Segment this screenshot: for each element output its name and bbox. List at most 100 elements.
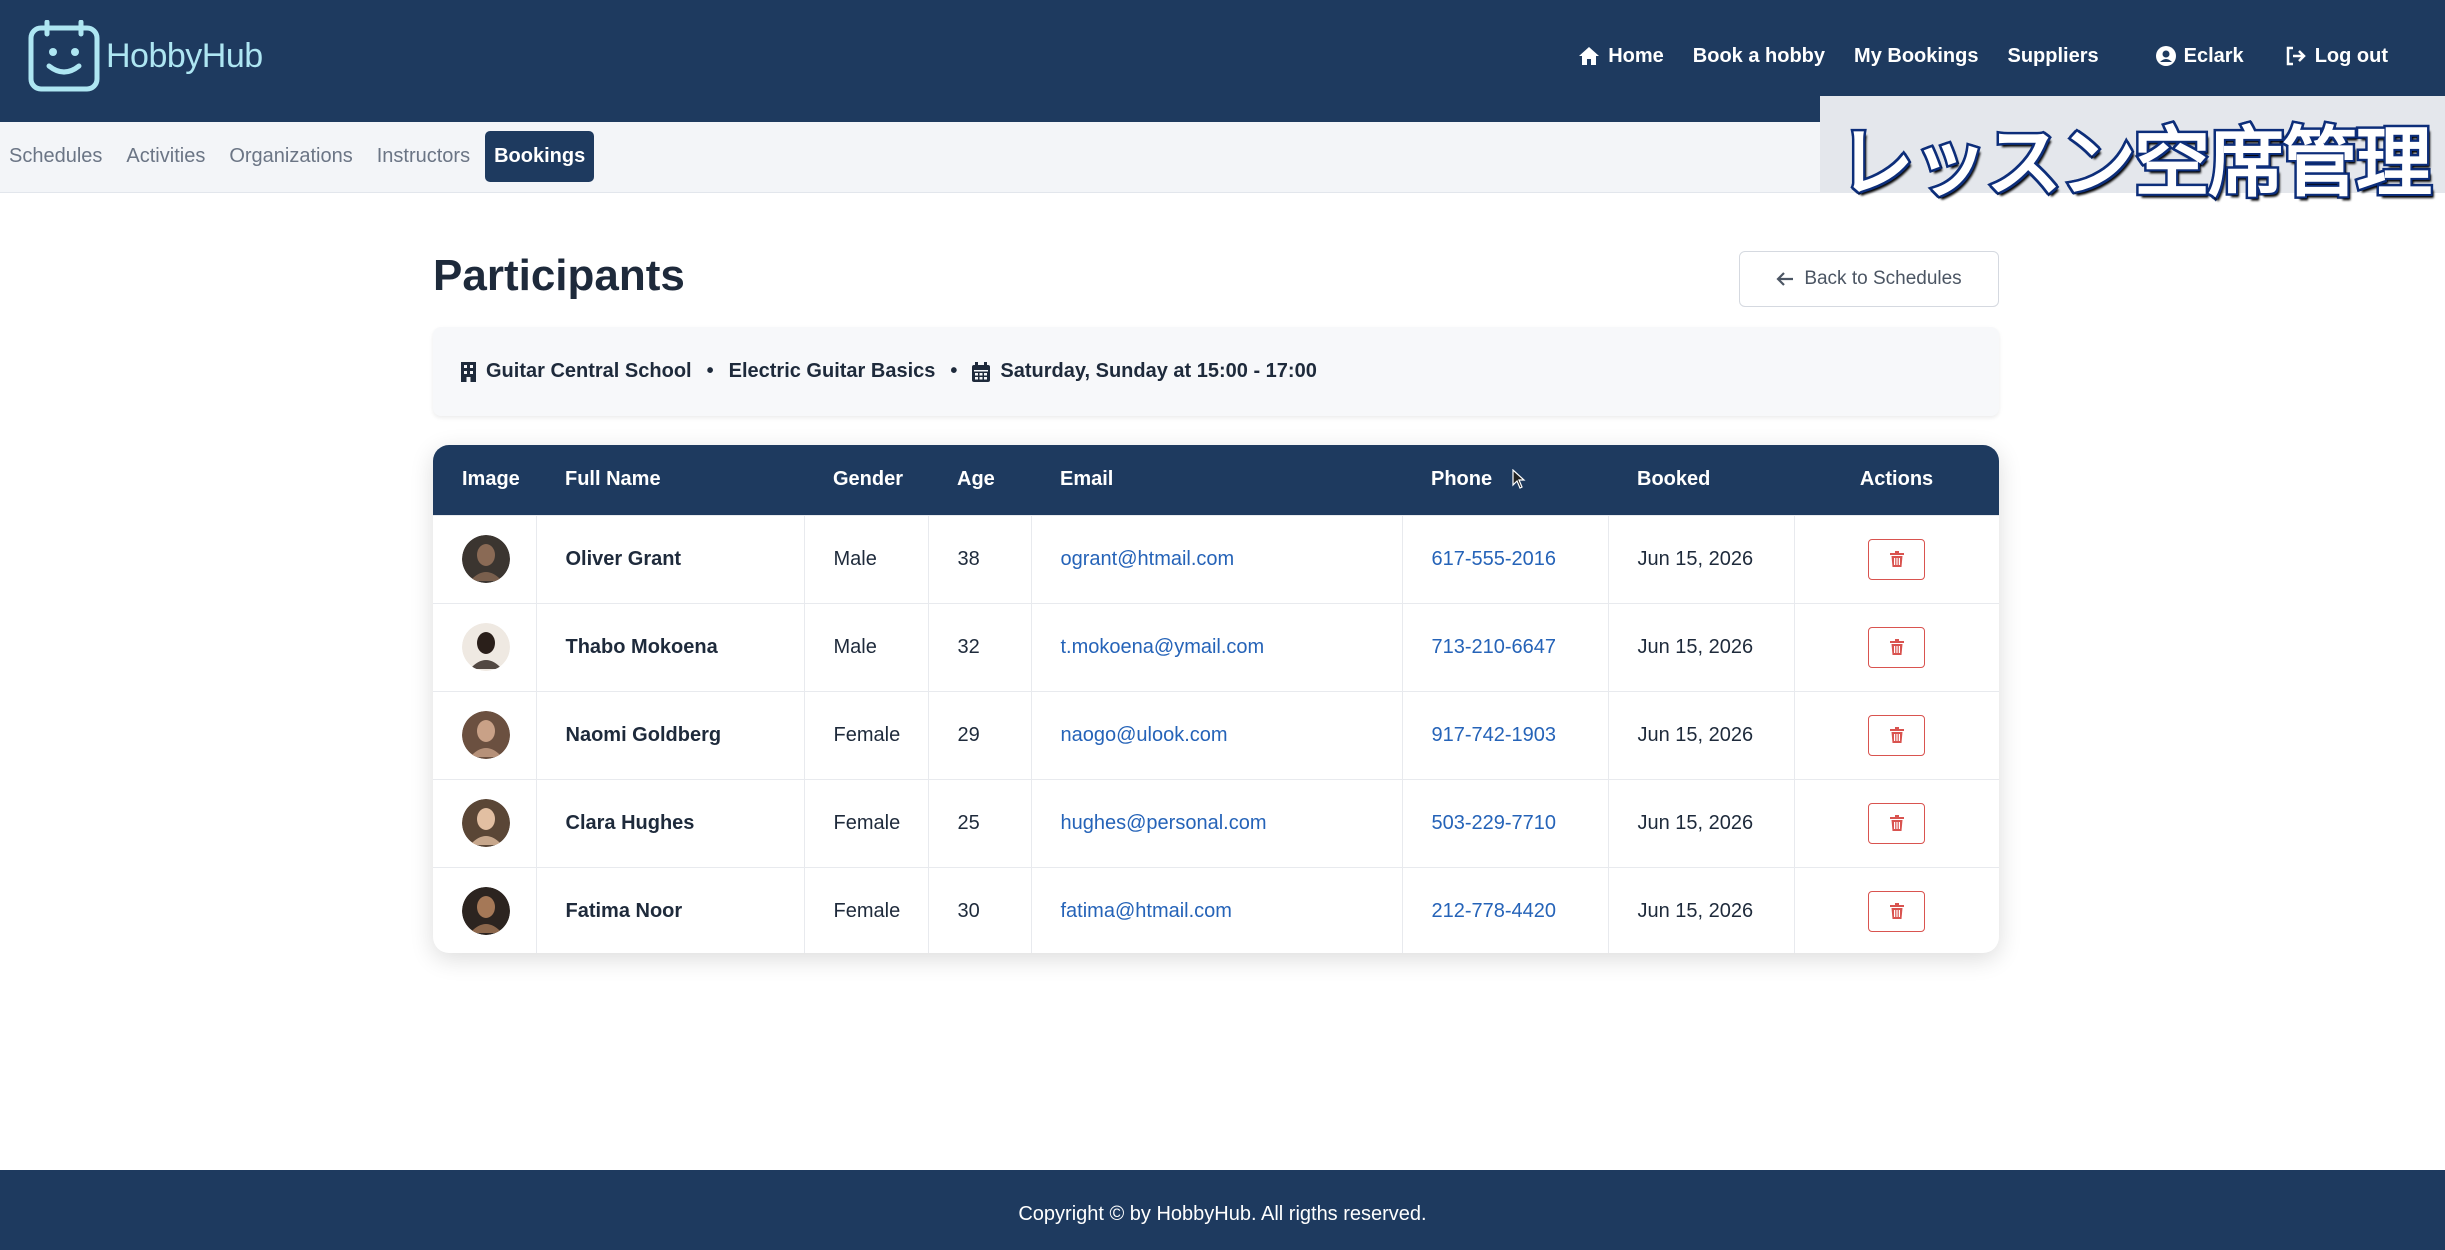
user-circle-icon xyxy=(2155,46,2176,66)
avatar xyxy=(462,887,510,936)
participant-email-link[interactable]: t.mokoena@ymail.com xyxy=(1031,603,1403,691)
table-header-row: Image Full Name Gender Age Email Phone B… xyxy=(433,445,1999,515)
actions-cell xyxy=(1794,515,1999,603)
info-separator: • xyxy=(950,360,958,382)
column-header-email[interactable]: Email xyxy=(1031,445,1402,515)
nav-my-bookings-label: My Bookings xyxy=(1854,44,1979,67)
back-button-label: Back to Schedules xyxy=(1804,268,1962,289)
avatar-cell xyxy=(433,603,537,691)
participant-age: 29 xyxy=(928,691,1032,779)
page-title: Participants xyxy=(433,251,685,300)
participants-table: Image Full Name Gender Age Email Phone B… xyxy=(433,445,1999,953)
organization-name: Guitar Central School xyxy=(486,360,692,382)
brand-name: HobbyHub xyxy=(106,36,263,75)
participant-email-link[interactable]: fatima@htmail.com xyxy=(1031,867,1403,953)
participant-email-link[interactable]: ogrant@htmail.com xyxy=(1031,515,1403,603)
schedule-time: Saturday, Sunday at 15:00 - 17:00 xyxy=(1000,360,1317,382)
subnav-tabs: Schedules Activities Organizations Instr… xyxy=(0,131,600,182)
participant-phone-link[interactable]: 713-210-6647 xyxy=(1402,603,1609,691)
nav-my-bookings[interactable]: My Bookings xyxy=(1854,45,1978,68)
delete-booking-button[interactable] xyxy=(1868,802,1926,844)
participant-gender: Female xyxy=(804,691,929,779)
delete-booking-button[interactable] xyxy=(1868,626,1926,668)
column-header-age[interactable]: Age xyxy=(928,445,1031,515)
home-icon xyxy=(1579,47,1600,65)
tab-organizations[interactable]: Organizations xyxy=(220,131,361,182)
table-row: Fatima Noor Female 30 fatima@htmail.com … xyxy=(433,867,1999,953)
info-separator: • xyxy=(706,360,714,382)
participant-name: Clara Hughes xyxy=(536,779,805,867)
delete-booking-button[interactable] xyxy=(1868,538,1926,580)
trash-icon xyxy=(1889,903,1904,920)
arrow-left-icon xyxy=(1776,272,1794,286)
tab-schedules[interactable]: Schedules xyxy=(0,131,111,182)
nav-book-label: Book a hobby xyxy=(1692,44,1826,67)
avatar-cell xyxy=(433,691,537,779)
tab-activities[interactable]: Activities xyxy=(117,131,214,182)
avatar-cell xyxy=(433,515,537,603)
participant-phone-link[interactable]: 212-778-4420 xyxy=(1402,867,1609,953)
table-row: Oliver Grant Male 38 ogrant@htmail.com 6… xyxy=(433,515,1999,603)
tab-bookings[interactable]: Bookings xyxy=(485,131,595,182)
brand-logo[interactable]: HobbyHub xyxy=(28,20,263,92)
session-info-bar: Guitar Central School • Electric Guitar … xyxy=(433,327,1999,416)
delete-booking-button[interactable] xyxy=(1868,714,1926,756)
trash-icon xyxy=(1889,551,1904,567)
column-header-full-name[interactable]: Full Name xyxy=(536,445,804,515)
column-header-booked[interactable]: Booked xyxy=(1608,445,1794,515)
actions-cell xyxy=(1794,867,1999,953)
logout-icon xyxy=(2286,46,2306,66)
participant-age: 25 xyxy=(928,779,1032,867)
participant-phone-link[interactable]: 917-742-1903 xyxy=(1402,691,1609,779)
tab-instructors[interactable]: Instructors xyxy=(368,131,479,182)
column-header-actions: Actions xyxy=(1859,468,1934,491)
participant-booked-date: Jun 15, 2026 xyxy=(1608,603,1795,691)
participant-booked-date: Jun 15, 2026 xyxy=(1608,515,1795,603)
overlay-caption: レッスン空席管理 xyxy=(1836,116,2435,210)
nav-suppliers-label: Suppliers xyxy=(2007,44,2099,67)
participant-phone-link[interactable]: 617-555-2016 xyxy=(1402,515,1609,603)
participant-gender: Male xyxy=(804,515,929,603)
back-to-schedules-button[interactable]: Back to Schedules xyxy=(1739,251,1999,307)
participant-age: 30 xyxy=(928,867,1032,953)
participant-gender: Male xyxy=(804,603,929,691)
participant-email-link[interactable]: hughes@personal.com xyxy=(1031,779,1403,867)
avatar xyxy=(462,623,510,671)
participant-phone-link[interactable]: 503-229-7710 xyxy=(1402,779,1609,867)
nav-user-label: Eclark xyxy=(2183,44,2244,67)
column-header-gender[interactable]: Gender xyxy=(804,445,928,515)
building-icon xyxy=(461,361,476,382)
nav-home-label: Home xyxy=(1608,44,1664,67)
participant-booked-date: Jun 15, 2026 xyxy=(1608,779,1795,867)
participant-gender: Female xyxy=(804,779,929,867)
participant-booked-date: Jun 15, 2026 xyxy=(1608,691,1795,779)
nav-home[interactable]: Home xyxy=(1578,45,1664,68)
nav-book-hobby[interactable]: Book a hobby xyxy=(1693,45,1825,68)
column-header-image: Image xyxy=(462,468,520,491)
nav-suppliers[interactable]: Suppliers xyxy=(2007,45,2098,68)
participant-name: Naomi Goldberg xyxy=(536,691,805,779)
calendar-icon xyxy=(972,361,991,382)
nav-logout[interactable]: Log out xyxy=(2285,45,2388,68)
participant-age: 32 xyxy=(928,603,1032,691)
activity-name: Electric Guitar Basics xyxy=(728,360,936,382)
table-row: Naomi Goldberg Female 29 naogo@ulook.com… xyxy=(433,691,1999,779)
actions-cell xyxy=(1794,603,1999,691)
trash-icon xyxy=(1889,727,1904,743)
table-row: Clara Hughes Female 25 hughes@personal.c… xyxy=(433,779,1999,867)
participant-name: Fatima Noor xyxy=(536,867,805,953)
smiley-calendar-icon xyxy=(28,20,100,92)
column-header-phone[interactable]: Phone xyxy=(1402,445,1608,515)
mouse-cursor-icon xyxy=(1512,469,1526,489)
actions-cell xyxy=(1794,779,1999,867)
participant-gender: Female xyxy=(804,867,929,953)
nav-user-profile[interactable]: Eclark xyxy=(2155,44,2244,68)
avatar-cell xyxy=(433,779,537,867)
participant-booked-date: Jun 15, 2026 xyxy=(1608,867,1795,953)
participant-name: Thabo Mokoena xyxy=(536,603,805,691)
delete-booking-button[interactable] xyxy=(1868,890,1926,932)
actions-cell xyxy=(1794,691,1999,779)
avatar xyxy=(462,711,510,759)
participant-email-link[interactable]: naogo@ulook.com xyxy=(1031,691,1403,779)
avatar xyxy=(462,535,510,583)
